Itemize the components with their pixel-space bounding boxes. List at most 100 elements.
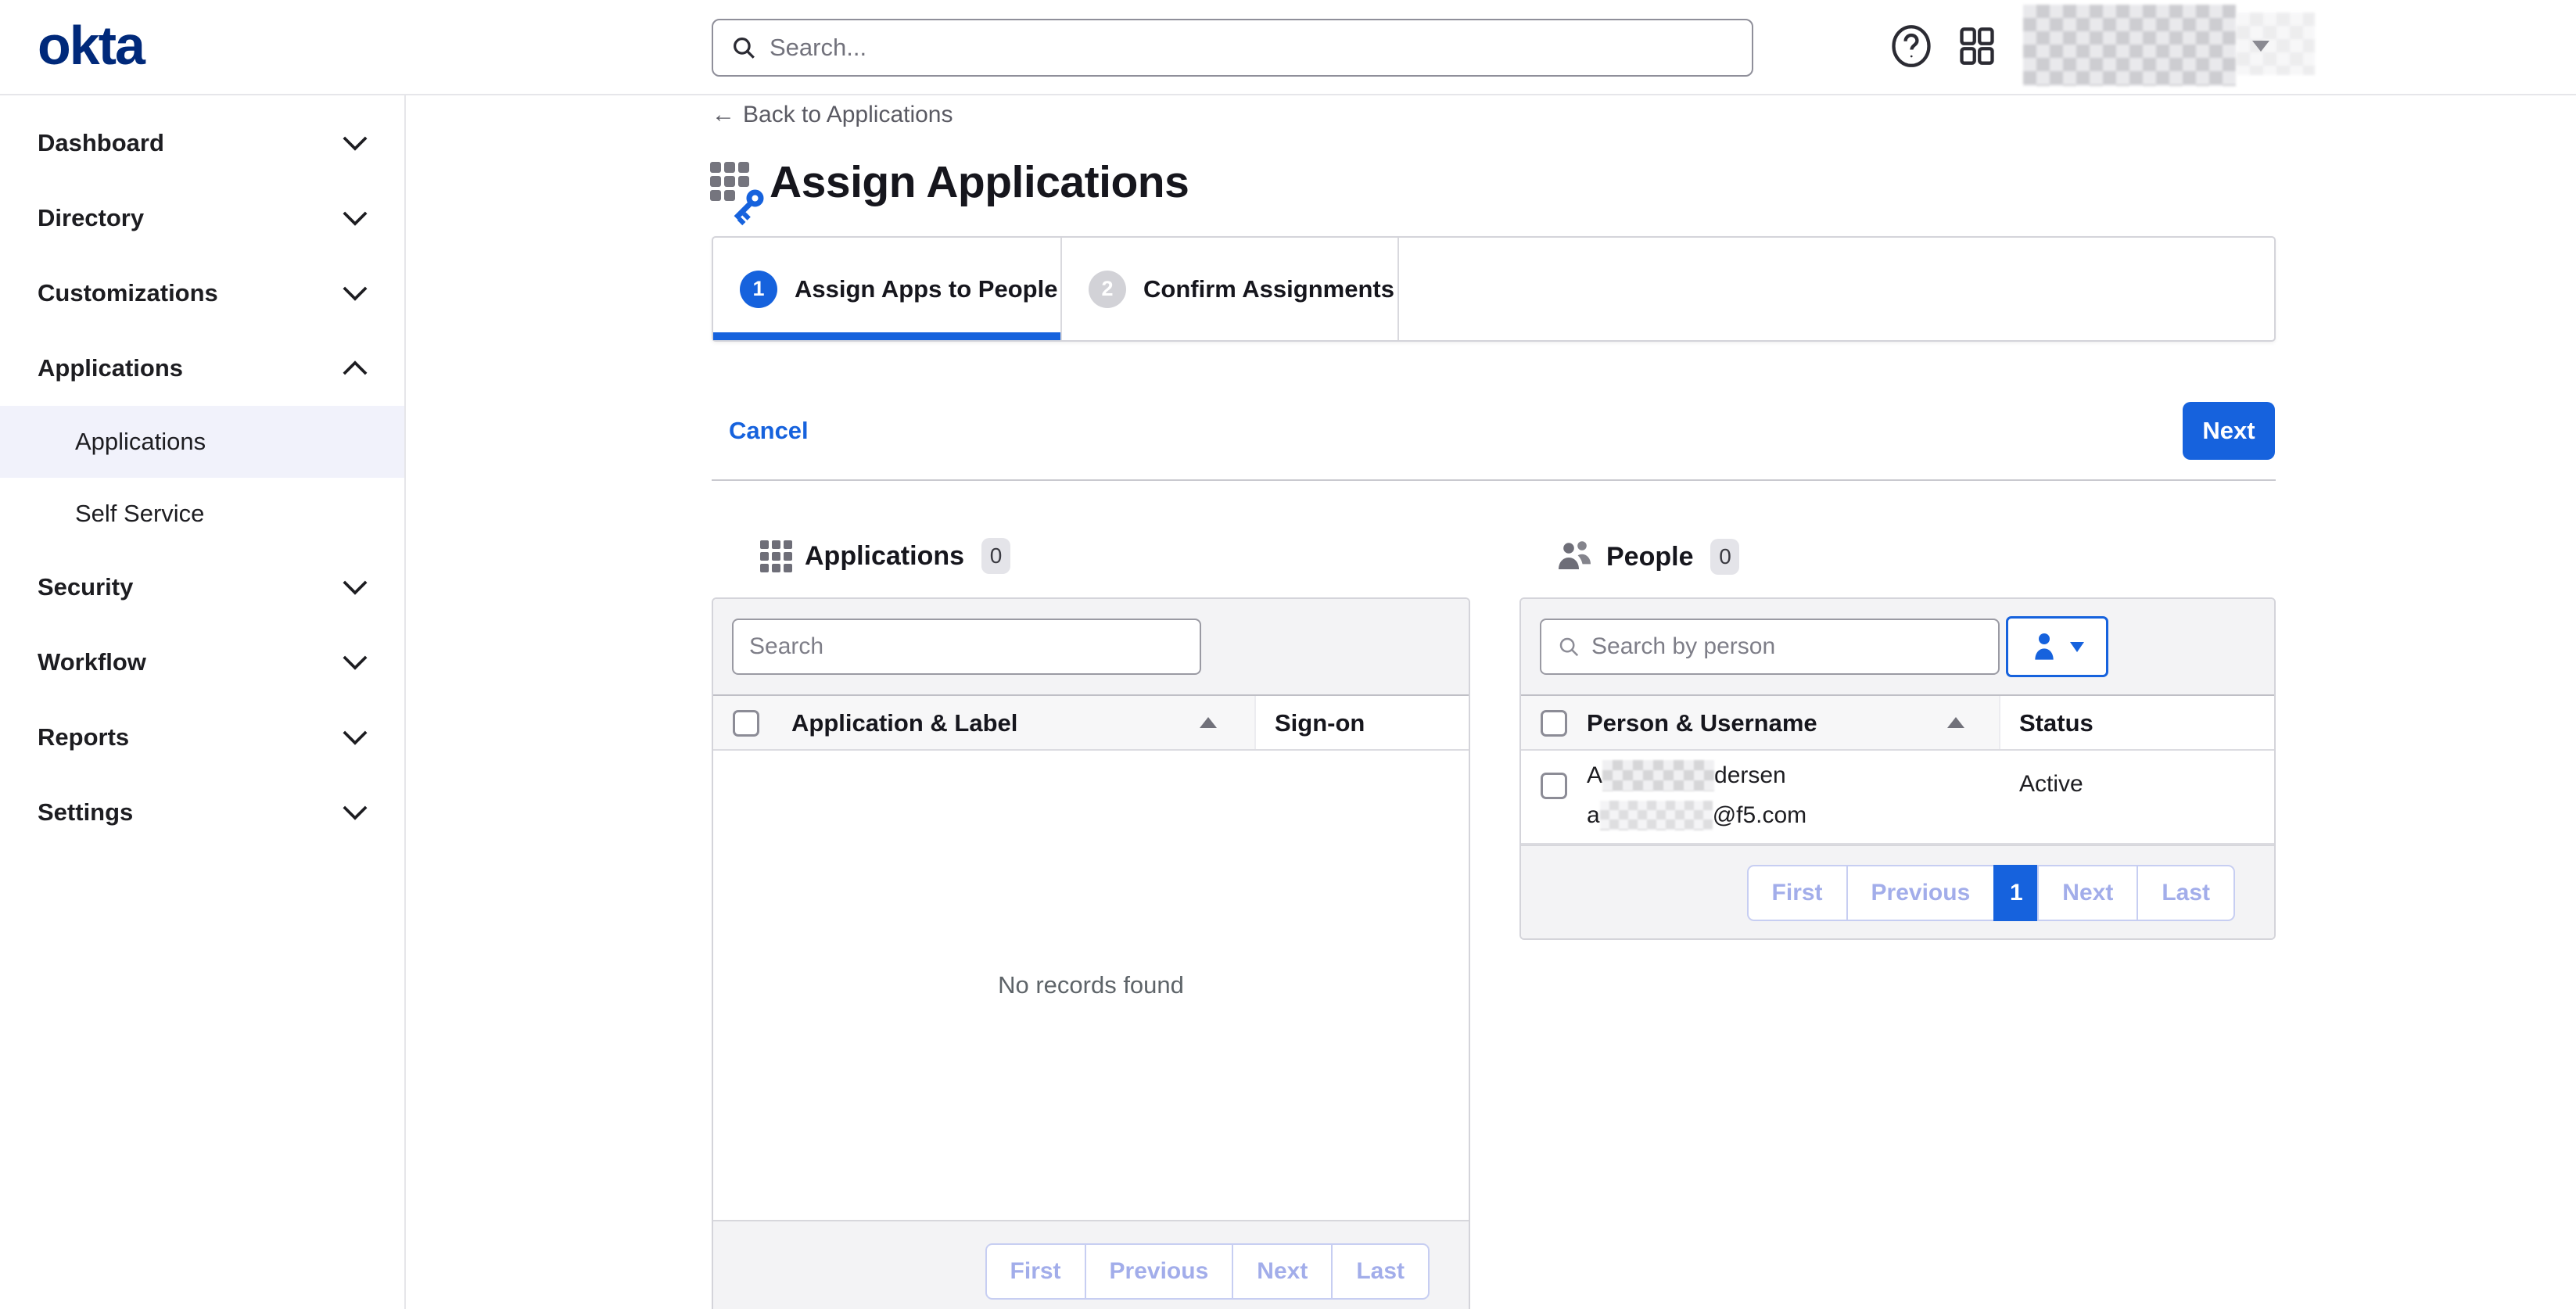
global-search-input[interactable] <box>770 34 1735 62</box>
applications-section-heading: Applications 0 <box>760 538 1010 574</box>
people-search[interactable] <box>1540 619 2000 675</box>
people-table-header: Person & Username Status <box>1521 696 2274 751</box>
person-name: Adersen <box>1587 760 1786 791</box>
sort-ascending-icon[interactable] <box>1947 717 1964 728</box>
sidebar-item-workflow[interactable]: Workflow <box>0 625 404 700</box>
person-username: a @f5.com <box>1587 801 1806 830</box>
sidebar-subitem-self-service[interactable]: Self Service <box>0 478 404 550</box>
top-bar: okta <box>0 0 2576 95</box>
person-username-start: a <box>1587 802 1600 828</box>
chevron-down-icon <box>342 654 368 670</box>
chevron-down-icon <box>342 805 368 820</box>
sidebar-item-dashboard[interactable]: Dashboard <box>0 106 404 181</box>
applications-table-footer: First Previous Next Last <box>713 1220 1469 1309</box>
sidebar-item-settings[interactable]: Settings <box>0 775 404 850</box>
pagination-last-button[interactable]: Last <box>2137 865 2235 921</box>
step-label: Confirm Assignments <box>1143 275 1394 303</box>
pagination-last-button[interactable]: Last <box>1331 1243 1430 1300</box>
page-title: Assign Applications <box>770 156 1189 208</box>
okta-admin-console: okta Dashboard Directory Customizations <box>0 0 2576 1309</box>
column-person-username[interactable]: Person & Username <box>1587 709 1817 737</box>
select-all-people-checkbox[interactable] <box>1541 710 1567 737</box>
pagination-next-button[interactable]: Next <box>1232 1243 1333 1300</box>
people-search-input[interactable] <box>1591 633 1982 660</box>
sidebar-item-label: Customizations <box>38 279 218 307</box>
page-title-row: Assign Applications <box>710 156 1189 208</box>
next-button[interactable]: Next <box>2183 402 2275 460</box>
applications-count-badge: 0 <box>981 538 1010 574</box>
people-toolbar <box>1521 599 2274 696</box>
back-to-applications-link[interactable]: ← Back to Applications <box>712 102 953 128</box>
person-filter-icon <box>2031 631 2058 662</box>
applications-search-input[interactable] <box>749 633 1184 660</box>
chevron-down-icon <box>342 210 368 226</box>
user-name-redacted[interactable] <box>2023 5 2236 86</box>
people-filter-dropdown[interactable] <box>2006 616 2108 677</box>
people-section-heading: People 0 <box>1555 538 1739 576</box>
user-menu-caret-icon[interactable] <box>2252 41 2269 52</box>
pagination-first-button[interactable]: First <box>985 1243 1086 1300</box>
applications-pagination: First Previous Next Last <box>985 1243 1430 1300</box>
global-search[interactable] <box>712 19 1753 77</box>
wizard-steps: 1 Assign Apps to People 2 Confirm Assign… <box>712 236 2276 342</box>
sidebar-item-security[interactable]: Security <box>0 550 404 625</box>
sidebar-subitem-label: Applications <box>75 428 206 456</box>
person-row[interactable]: Adersen a @f5.com Active <box>1521 751 2274 845</box>
pagination-previous-button[interactable]: Previous <box>1085 1243 1234 1300</box>
pagination-first-button[interactable]: First <box>1747 865 1848 921</box>
applications-search[interactable] <box>732 619 1201 675</box>
column-sign-on[interactable]: Sign-on <box>1275 709 1365 737</box>
help-button[interactable] <box>1889 22 1933 70</box>
back-link-label: Back to Applications <box>743 102 953 128</box>
applications-table-header: Application & Label Sign-on <box>713 696 1469 751</box>
chevron-down-icon <box>342 135 368 151</box>
sidebar-item-customizations[interactable]: Customizations <box>0 256 404 331</box>
chevron-down-icon <box>2070 642 2084 652</box>
tab-confirm-assignments[interactable]: 2 Confirm Assignments <box>1060 238 1399 340</box>
applications-table-body: No records found <box>713 751 1469 1220</box>
people-heading-label: People <box>1606 542 1693 572</box>
pagination-page-1-button[interactable]: 1 <box>1993 865 2039 921</box>
select-all-applications-checkbox[interactable] <box>733 710 759 737</box>
people-icon <box>1555 538 1595 576</box>
app-switcher-button[interactable] <box>1955 22 1999 70</box>
sidebar-item-label: Applications <box>38 354 183 382</box>
people-count-badge: 0 <box>1710 539 1739 575</box>
okta-logo[interactable]: okta <box>38 14 144 77</box>
chevron-down-icon <box>342 285 368 301</box>
sidebar-item-directory[interactable]: Directory <box>0 181 404 256</box>
app-grid-icon <box>1957 23 1997 69</box>
cancel-link[interactable]: Cancel <box>729 417 809 445</box>
person-username-redacted <box>1600 801 1713 830</box>
people-table-footer: First Previous 1 Next Last <box>1521 845 2274 940</box>
applications-grid-icon <box>760 540 792 572</box>
search-icon <box>730 34 757 61</box>
step-number-badge: 1 <box>740 271 777 308</box>
person-name-end: dersen <box>1714 762 1786 788</box>
person-status: Active <box>2019 771 2083 798</box>
search-icon <box>1557 635 1580 658</box>
section-divider <box>712 479 2276 481</box>
sidebar-item-reports[interactable]: Reports <box>0 700 404 775</box>
person-name-redacted <box>1602 760 1714 791</box>
person-row-checkbox[interactable] <box>1541 773 1567 799</box>
no-records-message: No records found <box>713 751 1469 999</box>
tab-assign-apps-to-people[interactable]: 1 Assign Apps to People <box>713 238 1060 340</box>
sort-ascending-icon[interactable] <box>1200 717 1217 728</box>
step-number-badge: 2 <box>1089 271 1126 308</box>
person-username-end: @f5.com <box>1713 802 1806 828</box>
sidebar-item-applications[interactable]: Applications <box>0 331 404 406</box>
back-arrow-icon: ← <box>712 102 735 128</box>
column-status[interactable]: Status <box>2019 709 2093 737</box>
sidebar-item-label: Security <box>38 573 133 601</box>
sidebar-subitem-label: Self Service <box>75 500 204 528</box>
sidebar-subitem-applications[interactable]: Applications <box>0 406 404 478</box>
pagination-next-button[interactable]: Next <box>2037 865 2138 921</box>
sidebar: Dashboard Directory Customizations Appli… <box>0 95 406 1309</box>
pagination-previous-button[interactable]: Previous <box>1846 865 1996 921</box>
user-org-redacted <box>2237 13 2315 75</box>
chevron-down-icon <box>342 579 368 595</box>
column-application-label[interactable]: Application & Label <box>791 709 1017 737</box>
people-pagination: First Previous 1 Next Last <box>1747 865 2235 921</box>
chevron-up-icon <box>342 360 368 376</box>
